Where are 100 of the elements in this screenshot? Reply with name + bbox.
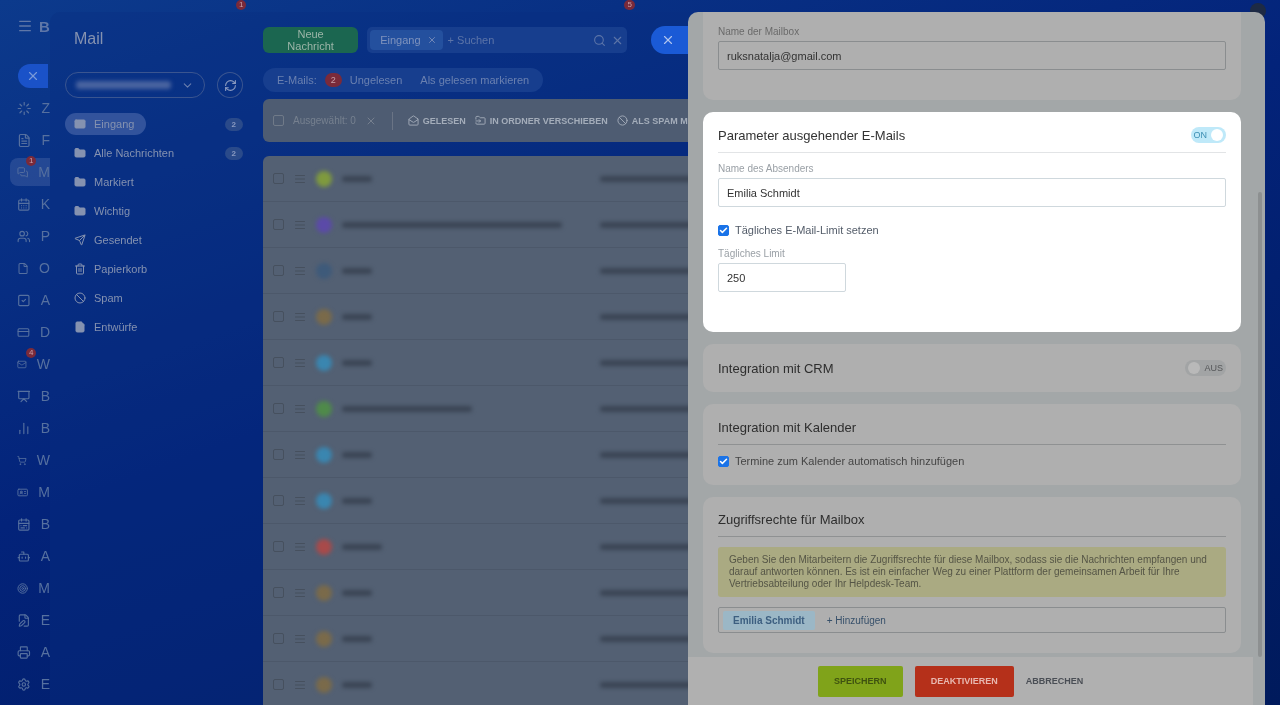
toggle-switch[interactable]: AUS [1185,360,1226,376]
notification-badge: 1 [236,0,247,10]
field-label: Name der Mailbox [718,26,801,37]
blurred-text [342,681,372,688]
search-field[interactable]: Eingang + Suchen [367,27,628,53]
blurred-text [342,313,372,320]
action-button[interactable]: ALS SPAM M [616,115,688,126]
ban-icon [74,292,86,304]
toggle-switch[interactable]: ON [1190,127,1226,143]
search-icon [593,33,607,47]
mark-read-link[interactable]: Als gelesen markieren [420,74,530,86]
cancel-button[interactable]: ABBRECHEN [1025,665,1084,697]
checkbox-icon [17,292,31,308]
calendar-icon [17,196,31,212]
close-button[interactable] [18,64,48,88]
calendar-icon [17,516,31,532]
notification-badge: 4 [26,348,37,358]
folder-item[interactable]: Alle Nachrichten 2 [65,142,243,164]
folder-item[interactable]: Markiert [65,171,243,193]
page-title: Mail [74,30,105,48]
nav-item[interactable]: M [10,574,50,602]
checkbox[interactable] [718,455,729,467]
users-icon [17,228,31,244]
nav-item[interactable]: M [10,478,50,506]
nav-item[interactable]: K [10,190,50,218]
blurred-text [342,497,372,504]
folder-item[interactable]: Wichtig [65,200,243,222]
bar-chart-icon [17,420,31,436]
user-chip[interactable]: Emilia Schmidt [723,610,815,630]
open-envelope-icon [407,115,419,126]
presentation-icon [17,388,31,404]
blurred-text [342,175,372,182]
nav-item[interactable]: D [10,318,50,346]
document-icon [74,321,86,333]
checkbox[interactable] [273,115,284,126]
nav-item[interactable]: A [10,286,50,314]
folder-item[interactable]: Spam [65,287,243,309]
robot-icon [17,548,31,564]
blurred-text [342,451,372,458]
filter-chip[interactable]: Eingang [370,30,443,50]
nav-item[interactable]: E [10,606,50,634]
folder-icon [74,176,86,188]
brand-letter: B [39,17,50,35]
blurred-text [342,543,382,550]
nav-item[interactable]: A [10,638,50,666]
close-icon[interactable] [426,35,437,45]
section-title: Parameter ausgehender E-Mails [718,127,906,143]
nav-item[interactable]: B [10,382,50,410]
ban-icon [616,115,628,126]
checkbox[interactable] [718,224,729,236]
nav-item[interactable]: Z [10,94,50,122]
user-selector-field[interactable]: Emilia Schmidt + Hinzufügen [718,607,1226,633]
folder-item[interactable]: Eingang 2 [65,113,243,135]
mailbox-name-field[interactable]: ruksnatalja@gmail.com [718,41,1226,70]
nav-item[interactable]: W [10,446,50,474]
action-button[interactable]: GELESEN [407,115,466,126]
nav-item[interactable]: P [10,222,50,250]
section-title: Integration mit CRM [718,360,834,376]
trash-icon [74,263,86,275]
file-icon [17,260,30,276]
close-icon [26,69,40,83]
blurred-text [342,267,372,274]
target-icon [17,580,29,596]
add-link[interactable]: + Hinzufügen [826,614,886,626]
file-pen-icon [17,612,31,628]
count-badge: 2 [224,146,243,160]
folder-item[interactable]: Papierkorb [65,258,243,280]
new-message-button[interactable]: Neue Nachricht [263,27,359,53]
folder-icon [74,147,86,159]
settings-icon [17,676,31,692]
printer-icon [17,644,31,660]
sender-name-field[interactable]: Emilia Schmidt [718,178,1226,207]
nav-item[interactable]: B [10,414,50,442]
blurred-text [342,359,372,366]
folder-item[interactable]: Entwürfe [65,316,243,338]
menu-icon[interactable] [17,18,33,34]
refresh-icon [223,78,237,92]
nav-item[interactable]: F [10,126,50,154]
nav-item[interactable]: W 4 [10,350,50,378]
chat-icon [17,164,29,180]
blurred-text [342,589,372,596]
unread-label: Ungelesen [349,74,403,86]
checkbox-label: Termine zum Kalender automatisch hinzufügen [735,455,965,467]
nav-item[interactable]: O [10,254,50,282]
folder-icon [74,205,86,217]
folder-move-icon [474,115,486,126]
field-label: Name des Absenders [718,163,815,174]
nav-item[interactable]: B [10,510,50,538]
limit-field[interactable]: 250 [718,263,846,292]
blurred-text [342,635,372,642]
count-badge: 2 [224,117,243,131]
nav-item[interactable]: A [10,542,50,570]
nav-item[interactable]: E [10,670,50,698]
deactivate-button[interactable]: DEAKTIVIEREN [914,665,1014,697]
action-button[interactable]: IN ORDNER VERSCHIEBEN [474,115,608,126]
folder-item[interactable]: Gesendet [65,229,243,251]
section-title: Integration mit Kalender [718,420,858,435]
save-button[interactable]: SPEICHERN [817,665,903,697]
counter-label: E-Mails: [277,74,317,86]
info-note: Geben Sie den Mitarbeitern die Zugriffsrechte für diese Mailbox, sodass sie die Nachrichten empfangen und darauf antworten können. Es ist ein einfacher Weg zu einer Plattform der gemeinsamen Arbeit für Ihre Vertriebsabteilung oder Ihr Helpdesk-Team. [718,547,1226,597]
